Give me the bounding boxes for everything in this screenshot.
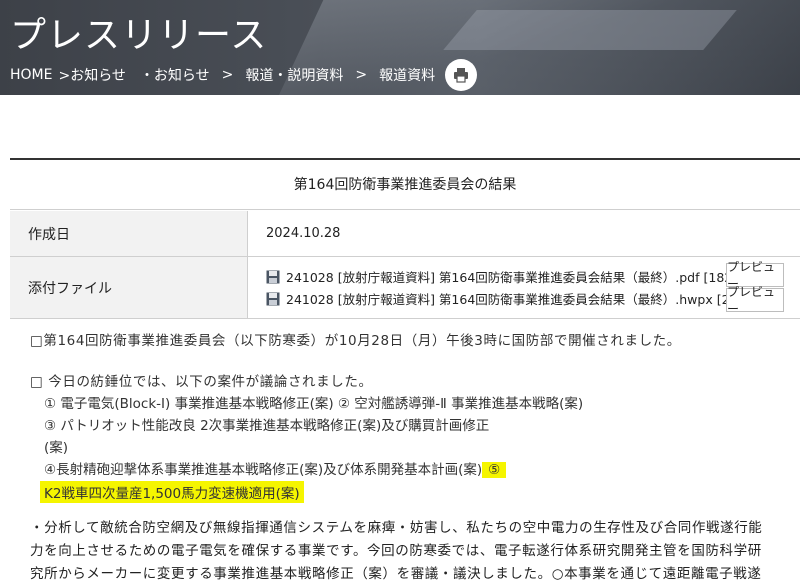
breadcrumb-separator: > — [221, 67, 234, 83]
agenda-heading: □ 今日の紡錘位では、以下の案件が議論されました。 — [30, 374, 373, 390]
breadcrumb-notices[interactable]: >お知らせ — [58, 65, 125, 85]
save-file-icon — [266, 292, 280, 305]
attachments-row: 添付ファイル 241028 [放射庁報道資料] 第164回防衛事業推進委員会結果… — [10, 257, 800, 319]
agenda-item: ③ パトリオット性能改良 2次事業推進基本戦略修正(案)及び購買計画修正 — [44, 418, 490, 434]
agenda-item: ① 電子電気(Block-I) 事業推進基本戦略修正(案) ② 空対艦誘導弾-Ⅱ… — [44, 396, 584, 412]
highlighted-agenda-item: K2戦車四次量産1,500馬力変速機適用(案) — [40, 481, 304, 503]
hero-banner: プレスリリース HOME >お知らせ ・お知らせ > 報道・説明資料 > 報道資… — [0, 0, 800, 95]
attachment-file[interactable]: 241028 [放射庁報道資料] 第164回防衛事業推進委員会結果（最終）.pd… — [266, 266, 758, 288]
attachment-file-name[interactable]: 241028 [放射庁報道資料] 第164回防衛事業推進委員会結果（最終）.hw… — [286, 289, 771, 308]
fighter-jet-wing — [443, 10, 737, 50]
attachments-value: 241028 [放射庁報道資料] 第164回防衛事業推進委員会結果（最終）.pd… — [248, 257, 800, 318]
agenda-item: ④長射精砲迎撃体系事業推進基本戦略修正(案)及び体系開発基本計画(案) ⑤ — [44, 458, 507, 478]
highlighted-number: ⑤ — [482, 462, 507, 478]
print-button[interactable] — [445, 59, 478, 91]
printer-icon — [454, 68, 469, 83]
document-title: 第164回防衛事業推進委員会の結果 — [10, 160, 800, 210]
attachment-file-name[interactable]: 241028 [放射庁報道資料] 第164回防衛事業推進委員会結果（最終）.pd… — [286, 267, 758, 286]
save-file-icon — [266, 270, 280, 283]
page-title: プレスリリース — [10, 15, 268, 56]
agenda-item-text: ④長射精砲迎撃体系事業推進基本戦略修正(案)及び体系開発基本計画(案) — [44, 462, 483, 478]
created-value: 2024.10.28 — [266, 226, 341, 241]
breadcrumb-home[interactable]: HOME — [10, 67, 52, 83]
created-row: 作成日 2024.10.28 — [10, 211, 800, 257]
breadcrumb: HOME >お知らせ ・お知らせ > 報道・説明資料 > 報道資料 — [10, 59, 478, 91]
body-paragraph: ・分析して敵統合防空網及び無線指揮通信システムを麻痺・妨害し、私たちの空中電力の… — [30, 520, 763, 582]
intro-text: □第164回防衛事業推進委員会（以下防寒委）が10月28日（月）午後3時に国防部… — [30, 333, 681, 349]
breadcrumb-press-materials[interactable]: 報道・説明資料 — [245, 65, 343, 85]
attachment-file[interactable]: 241028 [放射庁報道資料] 第164回防衛事業推進委員会結果（最終）.hw… — [266, 288, 771, 310]
breadcrumb-notices-sub[interactable]: ・お知らせ — [140, 65, 210, 85]
agenda-item: (案) — [44, 440, 69, 456]
breadcrumb-separator: > — [355, 67, 368, 83]
preview-button[interactable]: プレビュー — [726, 285, 784, 316]
attachments-label: 添付ファイル — [10, 257, 248, 318]
created-label: 作成日 — [10, 211, 248, 256]
breadcrumb-press-release[interactable]: 報道資料 — [379, 65, 435, 85]
